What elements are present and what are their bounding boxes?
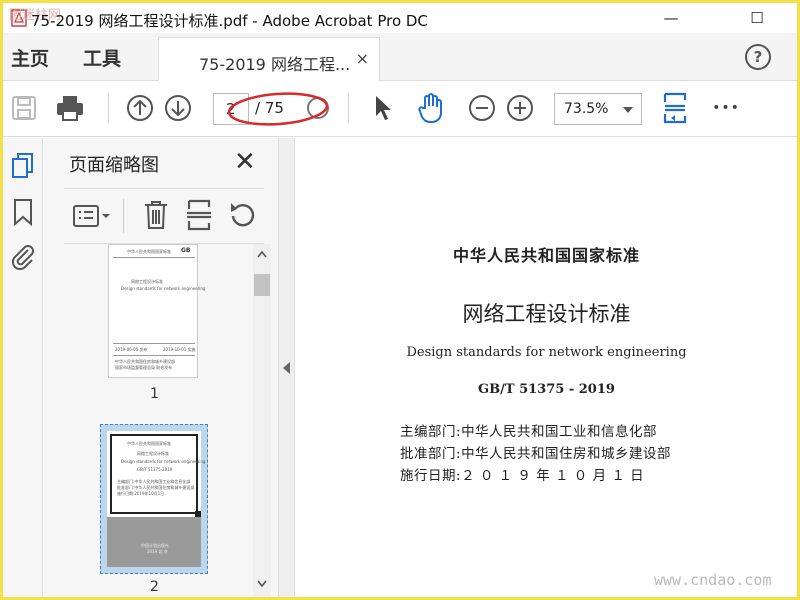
panel-close-icon[interactable]: ✕ <box>234 147 256 177</box>
zoom-in-icon[interactable] <box>503 91 537 125</box>
collapse-arrow-icon <box>283 362 290 374</box>
thumbnail-list: 中华人民共和国国家标准 GB 网络工程设计标准 Design standards… <box>44 244 278 597</box>
window-title: 75-2019 网络工程设计标准.pdf - Adobe Acrobat Pro… <box>31 12 428 30</box>
chevron-down-icon <box>623 107 633 113</box>
panel-toolbar <box>64 188 264 244</box>
doc-title: 网络工程设计标准 <box>462 302 631 326</box>
thumbnail-label-1: 1 <box>150 386 159 402</box>
extract-pages-icon[interactable] <box>185 199 213 235</box>
delete-page-icon[interactable] <box>142 199 170 235</box>
zoom-value: 73.5% <box>564 101 609 117</box>
previous-page-icon[interactable] <box>123 91 157 125</box>
maximize-button[interactable]: ☐ <box>734 3 780 33</box>
site-watermark: www.cndao.com <box>654 571 772 589</box>
doc-date-line: 施行日期:２ ０ １ ９ 年 １ ０ 月 １ 日 <box>400 468 645 484</box>
thumbnail-scrollbar[interactable] <box>253 244 271 597</box>
scroll-up-icon[interactable] <box>257 250 267 258</box>
scroll-down-icon[interactable] <box>257 580 267 588</box>
doc-heading: 中华人民共和国国家标准 <box>452 246 640 265</box>
zoom-out-icon[interactable] <box>465 91 499 125</box>
print-icon[interactable] <box>53 91 87 125</box>
tab-close-icon[interactable]: × <box>356 49 369 68</box>
page-layout-icon[interactable] <box>658 91 692 125</box>
minimize-button[interactable]: — <box>648 3 694 33</box>
more-options-icon[interactable]: ••• <box>709 91 743 125</box>
select-cursor-icon[interactable] <box>367 91 401 125</box>
thumbnail-page-2-selected[interactable]: 中华人民共和国国家标准 网络工程设计标准 Design standards fo… <box>100 424 208 574</box>
tab-home[interactable]: 主页 <box>11 44 49 71</box>
document-view[interactable]: 中华人民共和国国家标准 网络工程设计标准 Design standards fo… <box>296 138 797 597</box>
panel-title: 页面缩略图 <box>69 155 159 176</box>
red-annotation-ellipse <box>227 92 329 126</box>
rotate-page-icon[interactable] <box>228 200 258 234</box>
doc-code: GB/T 51375 - 2019 <box>478 382 615 397</box>
main-toolbar: 2 / 75 73.5% ••• <box>3 81 797 137</box>
tab-document[interactable]: 75-2019 网络工程... × <box>158 37 380 82</box>
save-icon[interactable] <box>7 91 41 125</box>
bookmarks-icon[interactable] <box>13 198 33 230</box>
thumbnail-options-icon[interactable] <box>72 203 112 233</box>
scrollbar-thumb[interactable] <box>254 274 270 296</box>
doc-english-title: Design standards for network engineering <box>406 345 687 360</box>
hand-tool-icon[interactable] <box>415 91 449 125</box>
thumbnail-page-1[interactable]: 中华人民共和国国家标准 GB 网络工程设计标准 Design standards… <box>108 244 205 378</box>
left-rail <box>3 138 43 597</box>
doc-editor-line: 主编部门:中华人民共和国工业和信息化部 <box>400 424 658 440</box>
doc-approver-line: 批准部门:中华人民共和国住房和城乡建设部 <box>400 446 672 462</box>
panel-collapse-handle[interactable] <box>278 138 295 597</box>
zoom-select[interactable]: 73.5% <box>554 93 642 125</box>
attachments-icon[interactable] <box>10 242 36 274</box>
page-thumbnails-icon[interactable] <box>11 152 35 184</box>
thumbnail-label-2: 2 <box>150 579 159 595</box>
help-icon[interactable]: ? <box>745 44 771 70</box>
thumbnail-panel: 页面缩略图 ✕ 中华人民共和国国家标准 GB 网络工程设计标准 Design s… <box>44 138 278 597</box>
next-page-icon[interactable] <box>161 91 195 125</box>
tab-document-label: 75-2019 网络工程... <box>199 55 351 74</box>
tab-bar: 主页 工具 75-2019 网络工程... × ? <box>3 33 797 82</box>
tab-tools[interactable]: 工具 <box>83 44 121 71</box>
title-bar: 图迷柱网 75-2019 网络工程设计标准.pdf - Adobe Acroba… <box>3 3 797 33</box>
